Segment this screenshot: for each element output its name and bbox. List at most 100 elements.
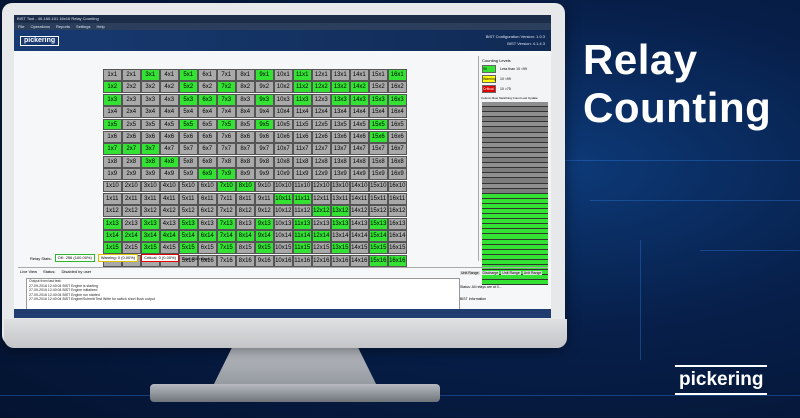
relay-cell[interactable]: 10x4 bbox=[274, 106, 293, 119]
relay-cell[interactable]: 13x4 bbox=[331, 106, 350, 119]
relay-cell[interactable]: 6x5 bbox=[198, 118, 217, 131]
relay-cell[interactable]: 11x3 bbox=[293, 93, 312, 106]
relay-cell[interactable]: 12x8 bbox=[312, 155, 331, 168]
relay-cell[interactable]: 15x1 bbox=[369, 69, 388, 81]
relay-cell[interactable]: 4x12 bbox=[160, 205, 179, 218]
relay-cell[interactable]: 13x9 bbox=[331, 168, 350, 181]
relay-cell[interactable]: 10x10 bbox=[274, 180, 293, 193]
relay-cell[interactable]: 11x6 bbox=[293, 130, 312, 143]
relay-cell[interactable]: 14x10 bbox=[350, 180, 369, 193]
relay-cell[interactable]: 12x1 bbox=[312, 69, 331, 81]
relay-cell[interactable]: 8x4 bbox=[236, 106, 255, 119]
relay-cell[interactable]: 9x13 bbox=[255, 217, 274, 230]
relay-cell[interactable]: 9x1 bbox=[255, 69, 274, 81]
relay-cell[interactable]: 15x10 bbox=[369, 180, 388, 193]
relay-cell[interactable]: 4x2 bbox=[160, 81, 179, 94]
relay-cell[interactable]: 3x15 bbox=[141, 242, 160, 255]
relay-cell[interactable]: 4x6 bbox=[160, 130, 179, 143]
range-button[interactable]: Unit Range bbox=[522, 271, 543, 275]
relay-cell[interactable]: 9x16 bbox=[255, 254, 274, 267]
relay-cell[interactable]: 11x5 bbox=[293, 118, 312, 131]
relay-cell[interactable]: 2x14 bbox=[122, 230, 141, 242]
relay-cell[interactable]: 6x2 bbox=[198, 81, 217, 94]
discharge-button[interactable]: Discharge bbox=[481, 271, 500, 275]
relay-cell[interactable]: 1x14 bbox=[103, 230, 122, 242]
relay-cell[interactable]: 2x3 bbox=[122, 93, 141, 106]
relay-cell[interactable]: 10x2 bbox=[274, 81, 293, 94]
relay-cell[interactable]: 3x1 bbox=[141, 69, 160, 81]
relay-cell[interactable]: 13x11 bbox=[331, 192, 350, 205]
relay-cell[interactable]: 13x12 bbox=[331, 205, 350, 218]
relay-cell[interactable]: 3x9 bbox=[141, 168, 160, 181]
relay-cell[interactable]: 2x13 bbox=[122, 217, 141, 230]
relay-cell[interactable]: 15x6 bbox=[369, 130, 388, 143]
relay-cell[interactable]: 8x8 bbox=[236, 155, 255, 168]
relay-cell[interactable]: 5x1 bbox=[179, 69, 198, 81]
relay-cell[interactable]: 12x7 bbox=[312, 143, 331, 156]
relay-cell[interactable]: 16x10 bbox=[388, 180, 407, 193]
relay-cell[interactable]: 16x6 bbox=[388, 130, 407, 143]
relay-cell[interactable]: 12x11 bbox=[312, 192, 331, 205]
relay-cell[interactable]: 13x3 bbox=[331, 93, 350, 106]
relay-cell[interactable]: 1x3 bbox=[103, 93, 122, 106]
relay-cell[interactable]: 1x1 bbox=[103, 69, 122, 81]
relay-cell[interactable]: 13x7 bbox=[331, 143, 350, 156]
relay-cell[interactable]: 7x10 bbox=[217, 180, 236, 193]
relay-cell[interactable]: 14x13 bbox=[350, 217, 369, 230]
relay-cell[interactable]: 15x8 bbox=[369, 155, 388, 168]
relay-cell[interactable]: 11x13 bbox=[293, 217, 312, 230]
relay-cell[interactable]: 9x5 bbox=[255, 118, 274, 131]
level-warning-swatch[interactable]: Warning bbox=[482, 75, 496, 83]
relay-cell[interactable]: 6x10 bbox=[198, 180, 217, 193]
relay-cell[interactable]: 2x1 bbox=[122, 69, 141, 81]
relay-cell[interactable]: 8x12 bbox=[236, 205, 255, 218]
relay-cell[interactable]: 15x12 bbox=[369, 205, 388, 218]
relay-cell[interactable]: 6x13 bbox=[198, 217, 217, 230]
relay-cell[interactable]: 16x8 bbox=[388, 155, 407, 168]
relay-cell[interactable]: 6x4 bbox=[198, 106, 217, 119]
relay-cell[interactable]: 11x10 bbox=[293, 180, 312, 193]
menu-operations[interactable]: Operations bbox=[30, 23, 50, 30]
relay-cell[interactable]: 1x8 bbox=[103, 155, 122, 168]
relay-cell[interactable]: 12x12 bbox=[312, 205, 331, 218]
relay-cell[interactable]: 10x12 bbox=[274, 205, 293, 218]
relay-cell[interactable]: 7x5 bbox=[217, 118, 236, 131]
relay-cell[interactable]: 14x4 bbox=[350, 106, 369, 119]
relay-cell[interactable]: 7x8 bbox=[217, 155, 236, 168]
relay-cell[interactable]: 7x6 bbox=[217, 130, 236, 143]
relay-cell[interactable]: 1x15 bbox=[103, 242, 122, 255]
relay-cell[interactable]: 16x12 bbox=[388, 205, 407, 218]
relay-cell[interactable]: 1x10 bbox=[103, 180, 122, 193]
relay-cell[interactable]: 12x4 bbox=[312, 106, 331, 119]
relay-cell[interactable]: 9x7 bbox=[255, 143, 274, 156]
relay-cell[interactable]: 8x3 bbox=[236, 93, 255, 106]
relay-cell[interactable]: 5x13 bbox=[179, 217, 198, 230]
relay-cell[interactable]: 6x8 bbox=[198, 155, 217, 168]
relay-cell[interactable]: 14x3 bbox=[350, 93, 369, 106]
relay-cell[interactable]: 1x11 bbox=[103, 192, 122, 205]
relay-cell[interactable]: 2x5 bbox=[122, 118, 141, 131]
relay-cell[interactable]: 15x3 bbox=[369, 93, 388, 106]
menu-settings[interactable]: Settings bbox=[76, 23, 90, 30]
relay-cell[interactable]: 6x6 bbox=[198, 130, 217, 143]
relay-cell[interactable]: 4x11 bbox=[160, 192, 179, 205]
relay-cell[interactable]: 15x7 bbox=[369, 143, 388, 156]
relay-cell[interactable]: 12x10 bbox=[312, 180, 331, 193]
relay-cell[interactable]: 7x15 bbox=[217, 242, 236, 255]
relay-cell[interactable]: 8x1 bbox=[236, 69, 255, 81]
relay-cell[interactable]: 14x9 bbox=[350, 168, 369, 181]
relay-cell[interactable]: 8x16 bbox=[236, 254, 255, 267]
relay-cell[interactable]: 3x6 bbox=[141, 130, 160, 143]
relay-cell[interactable]: 3x3 bbox=[141, 93, 160, 106]
relay-cell[interactable]: 13x6 bbox=[331, 130, 350, 143]
relay-cell[interactable]: 15x5 bbox=[369, 118, 388, 131]
relay-cell[interactable]: 1x5 bbox=[103, 118, 122, 131]
menu-file[interactable]: File bbox=[18, 23, 24, 30]
relay-cell[interactable]: 12x16 bbox=[312, 254, 331, 267]
relay-cell[interactable]: 4x3 bbox=[160, 93, 179, 106]
relay-cell[interactable]: 9x6 bbox=[255, 130, 274, 143]
relay-cell[interactable]: 8x6 bbox=[236, 130, 255, 143]
relay-cell[interactable]: 9x15 bbox=[255, 242, 274, 255]
relay-cell[interactable]: 6x7 bbox=[198, 143, 217, 156]
relay-cell[interactable]: 10x8 bbox=[274, 155, 293, 168]
